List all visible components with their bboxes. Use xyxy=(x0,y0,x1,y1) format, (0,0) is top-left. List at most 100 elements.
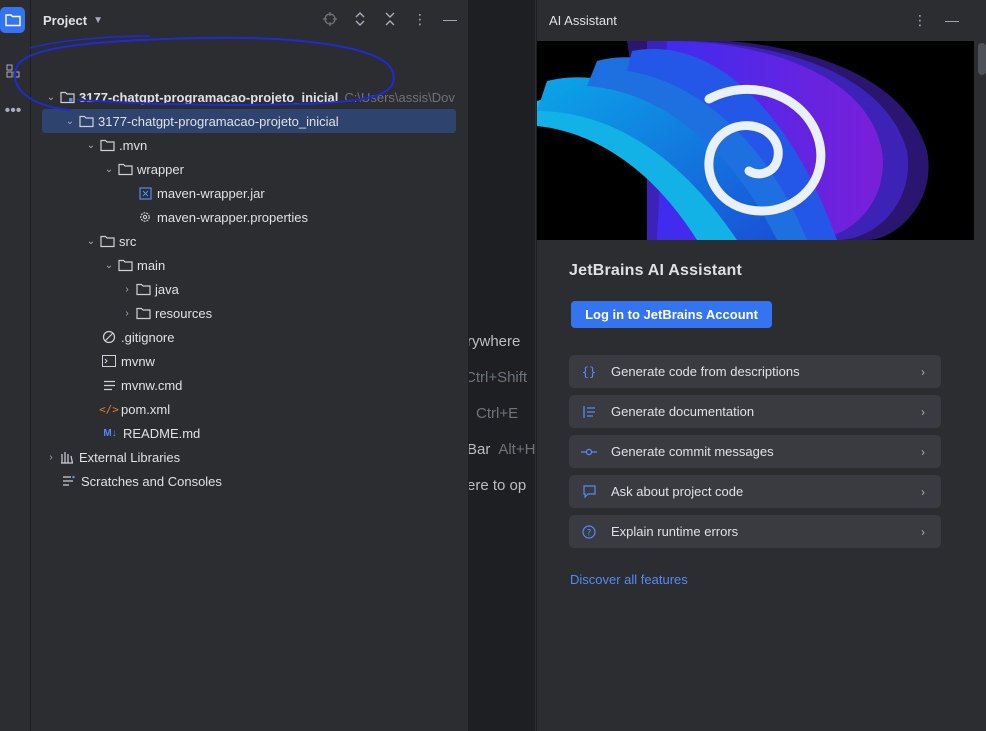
ai-assistant-heading: JetBrains AI Assistant xyxy=(569,262,743,279)
commit-icon xyxy=(581,444,597,460)
tree-label: resources xyxy=(155,305,213,321)
question-icon: ? xyxy=(581,524,597,540)
tree-row-readme[interactable]: M↓ README.md xyxy=(101,421,200,445)
project-panel-title[interactable]: Project xyxy=(43,13,87,28)
login-jetbrains-button[interactable]: Log in to JetBrains Account xyxy=(571,301,772,328)
hint-text: Bar xyxy=(469,441,491,458)
chevron-down-icon[interactable]: ⌄ xyxy=(62,113,78,129)
tree-row-selected-module[interactable]: ⌄ 3177-chatgpt-programacao-projeto_inici… xyxy=(42,109,456,133)
ai-assistant-panel: AI Assistant ⋮ — JetBrains AI Assistant … xyxy=(536,0,974,731)
scratches-icon xyxy=(61,473,77,489)
project-tool-button[interactable] xyxy=(0,7,25,33)
tree-label: mvnw xyxy=(121,353,155,369)
chevron-down-icon[interactable]: ▼ xyxy=(93,15,103,26)
feature-commit-messages[interactable]: Generate commit messages › xyxy=(569,435,941,468)
tree-row-gitignore[interactable]: .gitignore xyxy=(101,325,174,349)
locate-icon[interactable] xyxy=(322,11,338,27)
tree-row-mvnw-cmd[interactable]: mvnw.cmd xyxy=(101,373,182,397)
tree-row-external-libraries[interactable]: › External Libraries xyxy=(43,445,180,469)
folder-icon xyxy=(135,305,151,321)
feature-generate-code[interactable]: {} Generate code from descriptions › xyxy=(569,355,941,388)
chevron-down-icon[interactable]: ⌄ xyxy=(101,161,117,177)
tree-row-mvn[interactable]: ⌄ .mvn xyxy=(83,133,147,157)
jar-icon xyxy=(137,185,153,201)
minimize-icon[interactable]: — xyxy=(944,12,960,28)
feature-generate-docs[interactable]: Generate documentation › xyxy=(569,395,941,428)
expand-all-icon[interactable] xyxy=(352,11,368,27)
structure-icon xyxy=(6,64,20,78)
tree-row-resources[interactable]: › resources xyxy=(119,301,212,325)
structure-tool-button[interactable] xyxy=(0,58,26,84)
feature-label: Generate documentation xyxy=(611,404,755,419)
project-panel-header: Project ▼ ⋮ — xyxy=(31,0,468,40)
tree-path: C:\Users\assis\Dov xyxy=(344,89,455,105)
feature-ask-project-code[interactable]: Ask about project code › xyxy=(569,475,941,508)
hint-shortcut: Ctrl+E xyxy=(476,405,519,422)
editor-empty-area: rywhere Ctrl+Shift ·Ctrl+E Bar Alt+H ere … xyxy=(469,0,535,731)
tree-row-mvnw[interactable]: mvnw xyxy=(101,349,155,373)
tree-label: maven-wrapper.properties xyxy=(157,209,309,225)
feature-label: Explain runtime errors xyxy=(611,524,739,539)
tree-label: src xyxy=(119,233,137,249)
tree-label: mvnw.cmd xyxy=(121,377,183,393)
options-kebab-icon[interactable]: ⋮ xyxy=(912,12,928,28)
feature-label: Generate code from descriptions xyxy=(611,364,800,379)
more-dots-icon: ••• xyxy=(4,102,22,119)
tree-row-maven-wrapper-jar[interactable]: maven-wrapper.jar xyxy=(137,181,265,205)
tree-label: maven-wrapper.jar xyxy=(157,185,265,201)
chevron-right-icon[interactable]: › xyxy=(119,305,135,321)
markdown-icon: M↓ xyxy=(103,427,117,439)
svg-text:?: ? xyxy=(587,528,592,538)
chevron-down-icon[interactable]: ⌄ xyxy=(43,89,59,105)
collapse-all-icon[interactable] xyxy=(382,11,398,27)
hint-shortcut: Alt+H xyxy=(498,441,535,458)
editor-hint-nav-bar: Bar Alt+H xyxy=(469,441,535,458)
tree-label: .mvn xyxy=(119,137,148,153)
terminal-icon xyxy=(101,353,117,369)
editor-hint-recent-files: ·Ctrl+E xyxy=(469,405,518,422)
chevron-down-icon[interactable]: ⌄ xyxy=(83,137,99,153)
tree-row-wrapper[interactable]: ⌄ wrapper xyxy=(101,157,184,181)
more-tools-button[interactable]: ••• xyxy=(0,98,26,124)
chevron-right-icon: › xyxy=(921,484,925,499)
feature-explain-errors[interactable]: ? Explain runtime errors › xyxy=(569,515,941,548)
chevron-down-icon[interactable]: ⌄ xyxy=(101,257,117,273)
chevron-right-icon: › xyxy=(921,524,925,539)
tree-row-root[interactable]: ⌄ 3177-chatgpt-programacao-projeto_inici… xyxy=(43,85,455,109)
minimize-icon[interactable]: — xyxy=(442,11,458,27)
ai-spiral-artwork xyxy=(537,41,974,240)
ai-panel-scrollbar[interactable] xyxy=(974,0,986,731)
tree-label: 3177-chatgpt-programacao-projeto_inicial xyxy=(98,113,339,129)
tree-row-src[interactable]: ⌄ src xyxy=(83,229,137,253)
library-icon xyxy=(59,449,75,465)
project-panel: Project ▼ ⋮ — ⌄ 3177-chatgpt-programacao… xyxy=(31,0,469,731)
tree-label: pom.xml xyxy=(121,401,171,417)
discover-all-features-link[interactable]: Discover all features xyxy=(570,572,688,587)
chevron-right-icon[interactable]: › xyxy=(119,281,135,297)
folder-icon xyxy=(135,281,151,297)
hint-text: ere to op xyxy=(469,477,527,494)
tree-label: Scratches and Consoles xyxy=(81,473,222,489)
hint-text: rywhere xyxy=(469,333,521,350)
folder-icon xyxy=(4,14,21,27)
chevron-down-icon[interactable]: ⌄ xyxy=(83,233,99,249)
ai-assistant-banner xyxy=(537,41,974,240)
options-kebab-icon[interactable]: ⋮ xyxy=(412,11,428,27)
folder-icon xyxy=(99,233,115,249)
tree-row-maven-wrapper-properties[interactable]: maven-wrapper.properties xyxy=(137,205,308,229)
xml-icon: </> xyxy=(99,402,119,416)
chat-bubble-icon xyxy=(581,484,597,500)
chevron-right-icon[interactable]: › xyxy=(43,449,59,465)
tree-row-java[interactable]: › java xyxy=(119,277,179,301)
feature-label: Ask about project code xyxy=(611,484,744,499)
ignore-file-icon xyxy=(101,329,117,345)
folder-icon xyxy=(78,113,94,129)
tree-row-main[interactable]: ⌄ main xyxy=(101,253,165,277)
tree-label: java xyxy=(155,281,179,297)
scrollbar-thumb[interactable] xyxy=(978,43,986,75)
tree-row-scratches[interactable]: Scratches and Consoles xyxy=(61,469,222,493)
tree-row-pom-xml[interactable]: </> pom.xml xyxy=(99,397,171,421)
editor-hint-drop-files: ere to op xyxy=(469,477,526,494)
feature-label: Generate commit messages xyxy=(611,444,774,459)
module-folder-icon xyxy=(59,89,75,105)
